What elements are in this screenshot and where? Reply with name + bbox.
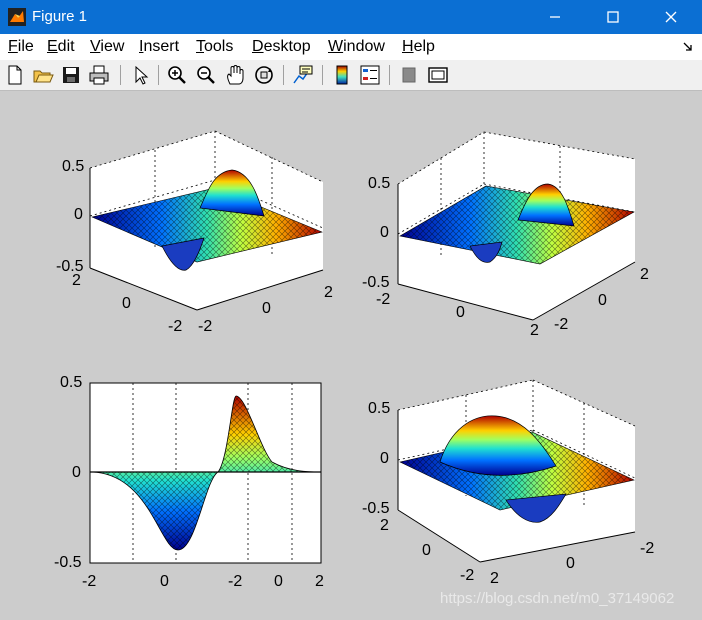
ztick-label: 0 (74, 206, 83, 223)
xtick-label: 0 (262, 300, 271, 317)
xtick-label: 0 (274, 573, 283, 590)
xtick-label: 0 (456, 304, 465, 321)
subplot-top-left[interactable] (89, 130, 324, 311)
watermark-text: https://blog.csdn.net/m0_37149062 (440, 590, 675, 607)
ztick-label: 0 (72, 464, 81, 481)
ztick-label: 0 (380, 450, 389, 467)
ytick-label: -2 (554, 316, 569, 333)
xtick-label: -2 (376, 291, 391, 308)
ztick-label: -0.5 (54, 554, 82, 571)
ztick-label: 0.5 (60, 374, 83, 391)
ytick-label: 2 (380, 517, 389, 534)
xtick-label: -2 (228, 573, 243, 590)
xtick-label: -2 (198, 318, 213, 335)
xtick-label: 2 (315, 573, 324, 590)
ztick-label: 0.5 (62, 158, 85, 175)
xtick-label: -2 (82, 573, 97, 590)
ytick-label: 0 (422, 542, 431, 559)
ytick-label: -2 (168, 318, 183, 335)
xtick-label: 0 (160, 573, 169, 590)
ytick-label: 2 (72, 272, 81, 289)
ztick-label: 0.5 (368, 400, 391, 417)
xtick-label: 2 (324, 284, 333, 301)
ytick-label: -2 (460, 567, 475, 584)
matlab-figure-window: Figure 1 File Edit View Insert Tools Des… (0, 0, 702, 620)
subplot-bottom-left[interactable] (89, 382, 322, 564)
ztick-label: 0.5 (368, 175, 391, 192)
xtick-label: 0 (566, 555, 575, 572)
subplots-layer (89, 130, 636, 564)
ztick-label: 0 (380, 224, 389, 241)
xtick-label: 2 (530, 322, 539, 339)
ytick-label: 0 (122, 295, 131, 312)
xtick-label: 2 (490, 570, 499, 587)
subplot-bottom-right[interactable] (397, 379, 636, 563)
ytick-label: 0 (598, 292, 607, 309)
ztick-label: -0.5 (362, 274, 390, 291)
ytick-label: 2 (640, 266, 649, 283)
xtick-label: -2 (640, 540, 655, 557)
ztick-label: -0.5 (362, 500, 390, 517)
